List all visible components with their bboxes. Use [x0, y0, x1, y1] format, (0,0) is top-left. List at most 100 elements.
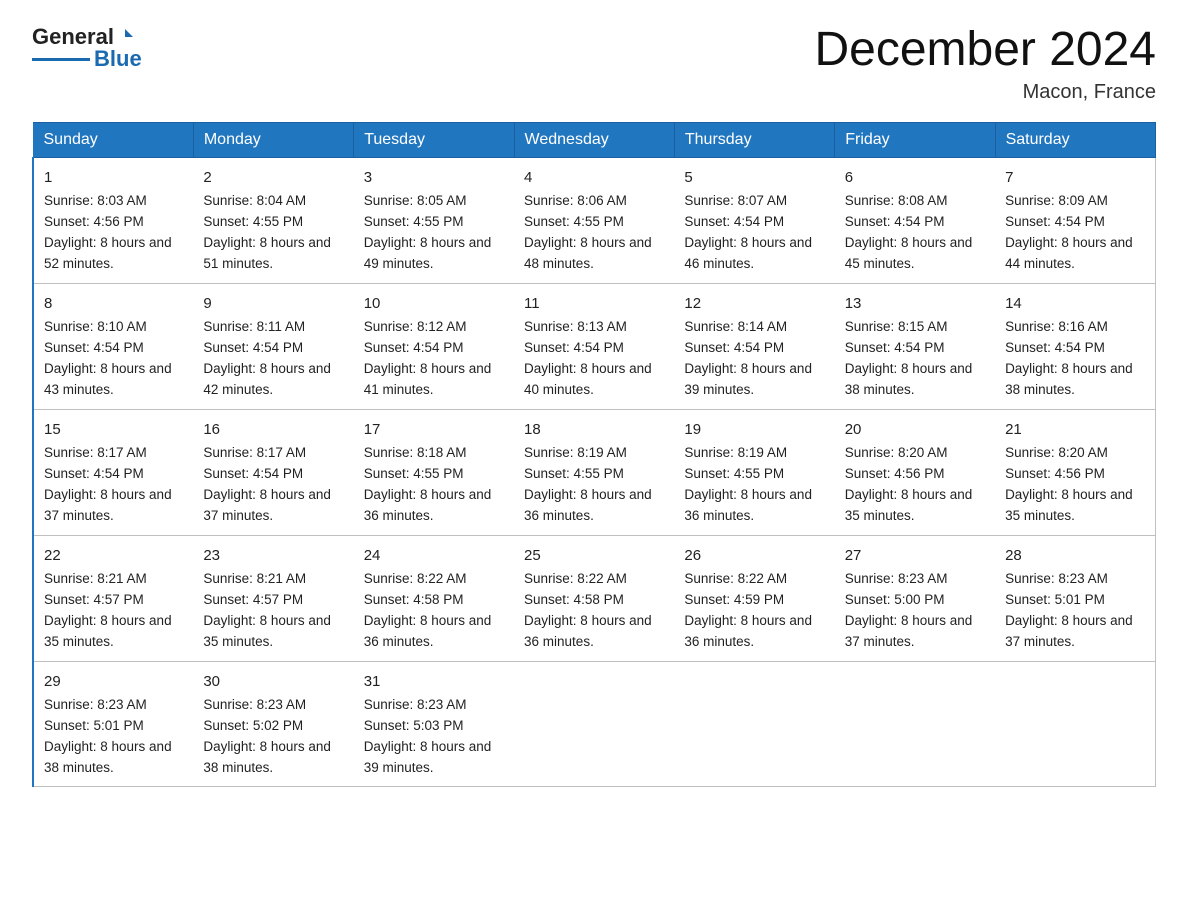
sunrise-info: Sunrise: 8:14 AM: [684, 319, 787, 334]
sunset-info: Sunset: 5:02 PM: [203, 718, 303, 733]
day-cell-28: 28Sunrise: 8:23 AMSunset: 5:01 PMDayligh…: [995, 535, 1155, 661]
sunset-info: Sunset: 5:03 PM: [364, 718, 464, 733]
sunset-info: Sunset: 4:54 PM: [684, 214, 784, 229]
day-cell-12: 12Sunrise: 8:14 AMSunset: 4:54 PMDayligh…: [674, 283, 834, 409]
sunrise-info: Sunrise: 8:17 AM: [44, 445, 147, 460]
column-header-friday: Friday: [835, 122, 995, 157]
header-row: SundayMondayTuesdayWednesdayThursdayFrid…: [33, 122, 1156, 157]
daylight-info: Daylight: 8 hours and 35 minutes.: [1005, 487, 1133, 523]
column-header-saturday: Saturday: [995, 122, 1155, 157]
sunset-info: Sunset: 4:56 PM: [845, 466, 945, 481]
sunrise-info: Sunrise: 8:10 AM: [44, 319, 147, 334]
sunrise-info: Sunrise: 8:20 AM: [1005, 445, 1108, 460]
daylight-info: Daylight: 8 hours and 38 minutes.: [203, 739, 331, 775]
day-cell-25: 25Sunrise: 8:22 AMSunset: 4:58 PMDayligh…: [514, 535, 674, 661]
day-number: 20: [845, 418, 985, 441]
sunrise-info: Sunrise: 8:15 AM: [845, 319, 948, 334]
day-cell-2: 2Sunrise: 8:04 AMSunset: 4:55 PMDaylight…: [193, 157, 353, 283]
day-cell-11: 11Sunrise: 8:13 AMSunset: 4:54 PMDayligh…: [514, 283, 674, 409]
sunset-info: Sunset: 4:54 PM: [203, 466, 303, 481]
day-cell-13: 13Sunrise: 8:15 AMSunset: 4:54 PMDayligh…: [835, 283, 995, 409]
calendar-table: SundayMondayTuesdayWednesdayThursdayFrid…: [32, 122, 1156, 788]
daylight-info: Daylight: 8 hours and 35 minutes.: [203, 613, 331, 649]
title-area: December 2024 Macon, France: [814, 24, 1156, 104]
sunset-info: Sunset: 4:54 PM: [364, 340, 464, 355]
day-cell-9: 9Sunrise: 8:11 AMSunset: 4:54 PMDaylight…: [193, 283, 353, 409]
sunset-info: Sunset: 4:56 PM: [1005, 466, 1105, 481]
page-header: General Blue December 2024 Macon, France: [32, 24, 1156, 104]
daylight-info: Daylight: 8 hours and 49 minutes.: [364, 235, 492, 271]
daylight-info: Daylight: 8 hours and 36 minutes.: [364, 613, 492, 649]
sunset-info: Sunset: 4:59 PM: [684, 592, 784, 607]
sunrise-info: Sunrise: 8:22 AM: [364, 571, 467, 586]
day-cell-30: 30Sunrise: 8:23 AMSunset: 5:02 PMDayligh…: [193, 661, 353, 787]
day-number: 13: [845, 292, 985, 315]
daylight-info: Daylight: 8 hours and 52 minutes.: [44, 235, 172, 271]
day-number: 9: [203, 292, 343, 315]
day-cell-29: 29Sunrise: 8:23 AMSunset: 5:01 PMDayligh…: [33, 661, 193, 787]
sunrise-info: Sunrise: 8:21 AM: [44, 571, 147, 586]
daylight-info: Daylight: 8 hours and 39 minutes.: [684, 361, 812, 397]
daylight-info: Daylight: 8 hours and 48 minutes.: [524, 235, 652, 271]
week-row-2: 8Sunrise: 8:10 AMSunset: 4:54 PMDaylight…: [33, 283, 1156, 409]
day-cell-14: 14Sunrise: 8:16 AMSunset: 4:54 PMDayligh…: [995, 283, 1155, 409]
day-number: 18: [524, 418, 664, 441]
day-cell-24: 24Sunrise: 8:22 AMSunset: 4:58 PMDayligh…: [354, 535, 514, 661]
sunset-info: Sunset: 4:55 PM: [524, 214, 624, 229]
day-cell-23: 23Sunrise: 8:21 AMSunset: 4:57 PMDayligh…: [193, 535, 353, 661]
day-number: 15: [44, 418, 183, 441]
calendar-header: SundayMondayTuesdayWednesdayThursdayFrid…: [33, 122, 1156, 157]
daylight-info: Daylight: 8 hours and 36 minutes.: [524, 613, 652, 649]
logo-flag-icon: [115, 27, 135, 47]
sunset-info: Sunset: 4:54 PM: [684, 340, 784, 355]
day-number: 22: [44, 544, 183, 567]
sunrise-info: Sunrise: 8:05 AM: [364, 193, 467, 208]
logo-bottom: Blue: [32, 46, 142, 72]
day-number: 14: [1005, 292, 1145, 315]
day-number: 29: [44, 670, 183, 693]
week-row-3: 15 Sunrise: 8:17 AM Sunset: 4:54 PM Dayligh…: [33, 409, 1156, 535]
sunrise-info: Sunrise: 8:13 AM: [524, 319, 627, 334]
day-number: 2: [203, 166, 343, 189]
daylight-info: Daylight: 8 hours and 45 minutes.: [845, 235, 973, 271]
day-cell-16: 16Sunrise: 8:17 AMSunset: 4:54 PMDayligh…: [193, 409, 353, 535]
sunrise-info: Sunrise: 8:04 AM: [203, 193, 306, 208]
daylight-info: Daylight: 8 hours and 37 minutes.: [1005, 613, 1133, 649]
day-cell-10: 10Sunrise: 8:12 AMSunset: 4:54 PMDayligh…: [354, 283, 514, 409]
day-number: 4: [524, 166, 664, 189]
daylight-info: Daylight: 8 hours and 37 minutes.: [44, 487, 172, 523]
day-cell-15: 15Sunrise: 8:17 AMSunset: 4:54 PMDayligh…: [33, 409, 193, 535]
sunrise-info: Sunrise: 8:17 AM: [203, 445, 306, 460]
day-cell-26: 26Sunrise: 8:22 AMSunset: 4:59 PMDayligh…: [674, 535, 834, 661]
sunset-info: Sunset: 4:57 PM: [44, 592, 144, 607]
day-number: 25: [524, 544, 664, 567]
daylight-info: Daylight: 8 hours and 35 minutes.: [845, 487, 973, 523]
sunrise-info: Sunrise: 8:07 AM: [684, 193, 787, 208]
daylight-info: Daylight: 8 hours and 38 minutes.: [845, 361, 973, 397]
daylight-info: Daylight: 8 hours and 36 minutes.: [364, 487, 492, 523]
sunset-info: Sunset: 5:01 PM: [44, 718, 144, 733]
sunrise-info: Sunrise: 8:23 AM: [364, 697, 467, 712]
calendar-body: 1Sunrise: 8:03 AMSunset: 4:56 PMDaylight…: [33, 157, 1156, 787]
logo-blue-text: Blue: [94, 46, 142, 72]
day-number: 6: [845, 166, 985, 189]
column-header-tuesday: Tuesday: [354, 122, 514, 157]
week-row-1: 1Sunrise: 8:03 AMSunset: 4:56 PMDaylight…: [33, 157, 1156, 283]
logo: General Blue: [32, 24, 142, 72]
sunset-info: Sunset: 4:54 PM: [44, 340, 144, 355]
day-number: 5: [684, 166, 824, 189]
day-number: 21: [1005, 418, 1145, 441]
day-number: 23: [203, 544, 343, 567]
sunrise-info: Sunrise: 8:18 AM: [364, 445, 467, 460]
day-cell-4: 4Sunrise: 8:06 AMSunset: 4:55 PMDaylight…: [514, 157, 674, 283]
day-number: 30: [203, 670, 343, 693]
sunrise-info: Sunrise: 8:03 AM: [44, 193, 147, 208]
sunrise-info: Sunrise: 8:21 AM: [203, 571, 306, 586]
sunset-info: Sunset: 4:55 PM: [203, 214, 303, 229]
daylight-info: Daylight: 8 hours and 40 minutes.: [524, 361, 652, 397]
column-header-monday: Monday: [193, 122, 353, 157]
day-number: 31: [364, 670, 504, 693]
week-row-5: 29 Sunrise: 8:23 AM Sunset: 5:01 PM Dayligh…: [33, 661, 1156, 787]
sunrise-info: Sunrise: 8:22 AM: [524, 571, 627, 586]
day-cell-19: 19Sunrise: 8:19 AMSunset: 4:55 PMDayligh…: [674, 409, 834, 535]
